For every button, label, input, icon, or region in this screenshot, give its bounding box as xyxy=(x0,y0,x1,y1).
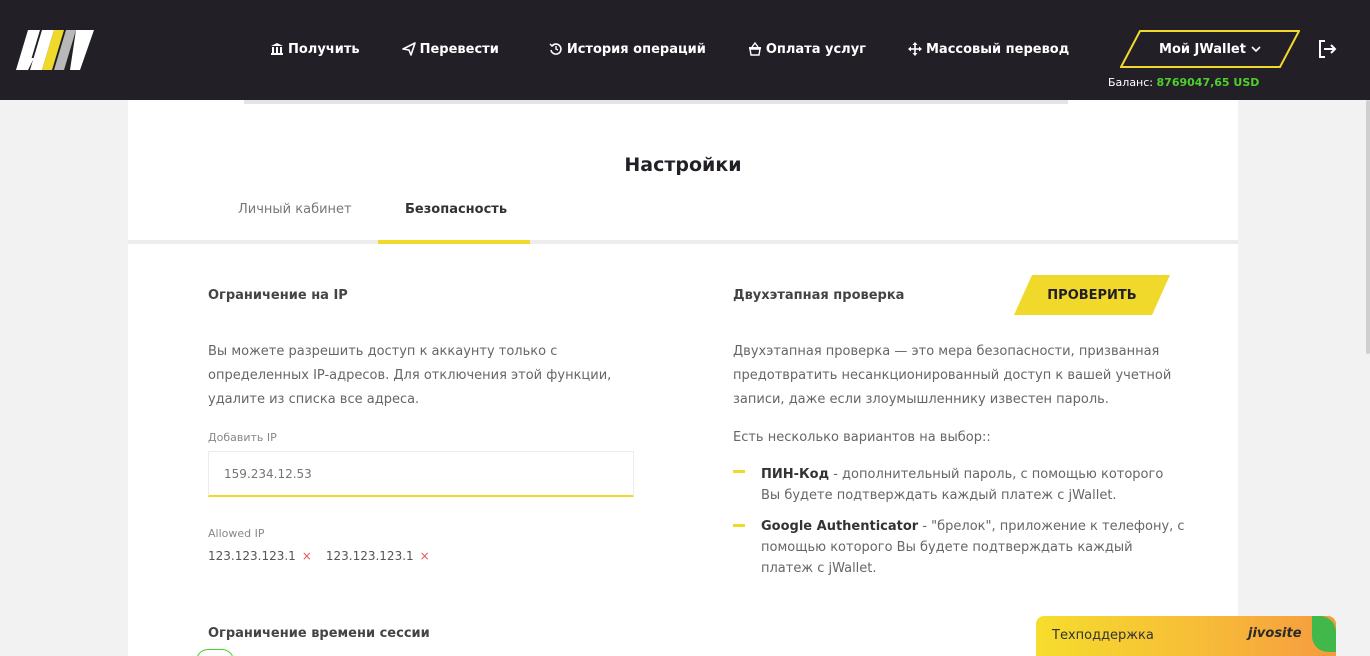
allowed-ip-chip: 123.123.123.1 × xyxy=(208,549,312,563)
jivosite-logo: jivosite xyxy=(1248,626,1302,641)
nav-payments[interactable]: Оплата услуг xyxy=(748,42,866,57)
nav-history-label: История операций xyxy=(566,41,706,57)
option-google-authenticator: Google Authenticator - "брелок", приложе… xyxy=(761,516,1185,579)
ip-description-line: Вы можете разрешить доступ к аккаунту то… xyxy=(208,344,558,359)
add-ip-input[interactable] xyxy=(208,451,634,497)
jwallet-logo[interactable] xyxy=(14,30,96,70)
remove-ip-icon[interactable]: × xyxy=(420,549,430,563)
balance-value: 8769047,65 USD xyxy=(1156,76,1260,89)
verify-button-label: ПРОВЕРИТЬ xyxy=(1047,287,1137,303)
history-icon xyxy=(549,43,562,55)
option-desc: Вы будете подтверждать каждый платеж с j… xyxy=(761,488,1117,503)
option-desc: - дополнительный пароль, с помощью котор… xyxy=(829,467,1164,482)
option-name: Google Authenticator xyxy=(761,519,919,534)
tabs-divider xyxy=(128,240,1238,244)
nav-mass-transfer-label: Массовый перевод xyxy=(925,41,1070,57)
nav-receive-label: Получить xyxy=(288,41,360,57)
settings-card: Настройки Личный кабинет Безопасность Ог… xyxy=(128,100,1238,656)
paper-plane-icon xyxy=(401,42,416,56)
allowed-ip-chip: 123.123.123.1 × xyxy=(326,549,430,563)
nav-payments-label: Оплата услуг xyxy=(765,41,866,57)
basket-icon xyxy=(748,42,761,56)
support-widget[interactable]: Техподдержка jivosite xyxy=(1036,616,1336,656)
option-pin-code: ПИН-Код - дополнительный пароль, с помощ… xyxy=(761,464,1163,506)
ip-description-line: определенных IP-адресов. Для отключения … xyxy=(208,368,612,383)
nav-history[interactable]: История операций xyxy=(549,42,706,57)
allowed-ip-list: 123.123.123.1 × 123.123.123.1 × xyxy=(208,549,444,563)
two-step-description-line: Двухэтапная проверка — это мера безопасн… xyxy=(733,344,1160,359)
tab-personal-account[interactable]: Личный кабинет xyxy=(238,202,352,217)
bank-icon xyxy=(271,43,283,55)
option-bullet xyxy=(733,470,745,473)
add-ip-label: Добавить IP xyxy=(208,431,277,444)
nav-receive[interactable]: Получить xyxy=(270,42,360,57)
two-step-description-line: записи, даже если злоумышленнику известе… xyxy=(733,392,1109,407)
option-bullet xyxy=(733,524,745,527)
nav-transfer[interactable]: Перевести xyxy=(401,41,499,57)
balance: Баланс: 8769047,65 USD xyxy=(1108,76,1259,89)
allowed-ip-value: 123.123.123.1 xyxy=(325,549,414,563)
option-name: ПИН-Код xyxy=(761,467,830,482)
chevron-down-icon xyxy=(1251,46,1261,53)
session-toggle[interactable] xyxy=(196,649,234,656)
option-desc: - "брелок", приложение к телефону, с xyxy=(918,519,1185,534)
my-wallet-label: Мой JWallet xyxy=(1159,41,1246,57)
allowed-ip-value: 123.123.123.1 xyxy=(208,549,296,563)
header-shadow xyxy=(244,100,1068,104)
balance-label: Баланс: xyxy=(1108,76,1154,89)
nav-mass-transfer[interactable]: Массовый перевод xyxy=(907,41,1070,57)
my-wallet-button[interactable]: Мой JWallet xyxy=(1120,30,1300,68)
arrows-cross-icon xyxy=(907,42,922,56)
remove-ip-icon[interactable]: × xyxy=(302,549,312,563)
allowed-ip-label: Allowed IP xyxy=(208,527,265,540)
two-step-description-line: предотвратить несанкционированный доступ… xyxy=(733,368,1172,383)
ip-description-line: удалите из списка все адреса. xyxy=(208,392,420,407)
tab-security[interactable]: Безопасность xyxy=(405,202,507,217)
main-nav: Получить Перевести История операций Опла… xyxy=(270,40,1111,58)
two-step-description: Двухэтапная проверка — это мера безопасн… xyxy=(733,340,1171,412)
session-section-title: Ограничение времени сессии xyxy=(208,626,430,641)
option-desc: помощью которого Вы будете подтверждать … xyxy=(761,540,1133,555)
top-header: Получить Перевести История операций Опла… xyxy=(0,0,1370,100)
page-scrollbar[interactable] xyxy=(1366,100,1370,354)
two-step-title: Двухэтапная проверка xyxy=(733,288,905,303)
nav-transfer-label: Перевести xyxy=(419,41,499,57)
active-tab-indicator xyxy=(378,240,530,244)
chat-bubble-icon xyxy=(1312,616,1336,652)
ip-section-title: Ограничение на IP xyxy=(208,288,348,303)
options-intro: Есть несколько вариантов на выбор:: xyxy=(733,430,991,445)
logout-icon[interactable] xyxy=(1316,38,1338,60)
support-label: Техподдержка xyxy=(1052,628,1154,643)
verify-button[interactable]: ПРОВЕРИТЬ xyxy=(1014,275,1170,315)
option-desc: платеж с jWallet. xyxy=(761,561,877,576)
ip-description: Вы можете разрешить доступ к аккаунту то… xyxy=(208,340,611,412)
page-title: Настройки xyxy=(624,154,742,176)
